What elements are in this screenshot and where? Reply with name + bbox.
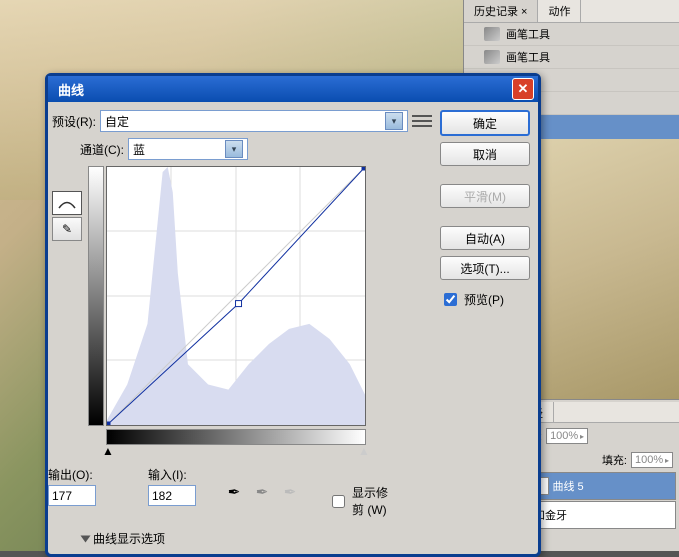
dialog-title: 曲线 (58, 80, 84, 99)
preview-checkbox[interactable] (444, 293, 457, 306)
history-item[interactable]: 画笔工具 (464, 23, 679, 46)
disclosure-triangle-icon (81, 535, 91, 542)
smooth-button: 平滑(M) (440, 184, 530, 208)
black-point-slider[interactable]: ▲ (102, 444, 114, 458)
ok-button[interactable]: 确定 (440, 110, 530, 136)
chevron-down-icon: ▾ (225, 140, 243, 158)
input-gradient (106, 429, 366, 445)
preset-menu-icon[interactable] (412, 114, 432, 128)
black-eyedropper-icon[interactable]: ✒ (223, 481, 245, 503)
brush-icon (484, 50, 500, 64)
preset-label: 预设(R): (52, 113, 96, 130)
curve-pencil-tool[interactable]: ✎ (52, 217, 82, 241)
input-label: 输入(I): (148, 466, 196, 483)
fill-input[interactable]: 100%▸ (631, 452, 673, 468)
input-field-group: 输入(I): (148, 466, 196, 506)
tab-history[interactable]: 历史记录 × (464, 0, 538, 22)
history-item[interactable]: 画笔工具 (464, 46, 679, 69)
dialog-titlebar[interactable]: 曲线 ✕ (48, 76, 538, 102)
white-eyedropper-icon[interactable]: ✒ (279, 481, 301, 503)
options-button[interactable]: 选项(T)... (440, 256, 530, 280)
output-label: 输出(O): (48, 466, 96, 483)
preview-label: 预览(P) (464, 291, 504, 308)
curve-point-tool[interactable] (52, 191, 82, 215)
channel-select[interactable]: 蓝▾ (128, 138, 248, 160)
chevron-down-icon: ▾ (385, 112, 403, 130)
cancel-button[interactable]: 取消 (440, 142, 530, 166)
channel-label: 通道(C): (80, 141, 124, 158)
opacity-input[interactable]: 100%▸ (546, 428, 588, 444)
curves-graph[interactable] (106, 166, 366, 426)
gray-eyedropper-icon[interactable]: ✒ (251, 481, 273, 503)
white-point-slider[interactable]: ▲ (358, 444, 370, 458)
input-input[interactable] (148, 485, 196, 506)
brush-icon (484, 27, 500, 41)
curves-dialog: 曲线 ✕ 预设(R): 自定▾ 通道(C): 蓝▾ ✎ (45, 73, 541, 557)
output-gradient (88, 166, 104, 426)
tab-actions[interactable]: 动作 (538, 0, 581, 22)
show-clipping-label: 显示修剪 (W) (352, 484, 388, 518)
curve-display-options[interactable]: 曲线显示选项 (82, 530, 432, 547)
output-input[interactable] (48, 485, 96, 506)
fill-label: 填充: (602, 452, 627, 468)
preset-select[interactable]: 自定▾ (100, 110, 408, 132)
auto-button[interactable]: 自动(A) (440, 226, 530, 250)
output-field-group: 输出(O): (48, 466, 96, 506)
close-icon[interactable]: ✕ (512, 78, 534, 100)
show-clipping-checkbox[interactable] (332, 495, 345, 508)
